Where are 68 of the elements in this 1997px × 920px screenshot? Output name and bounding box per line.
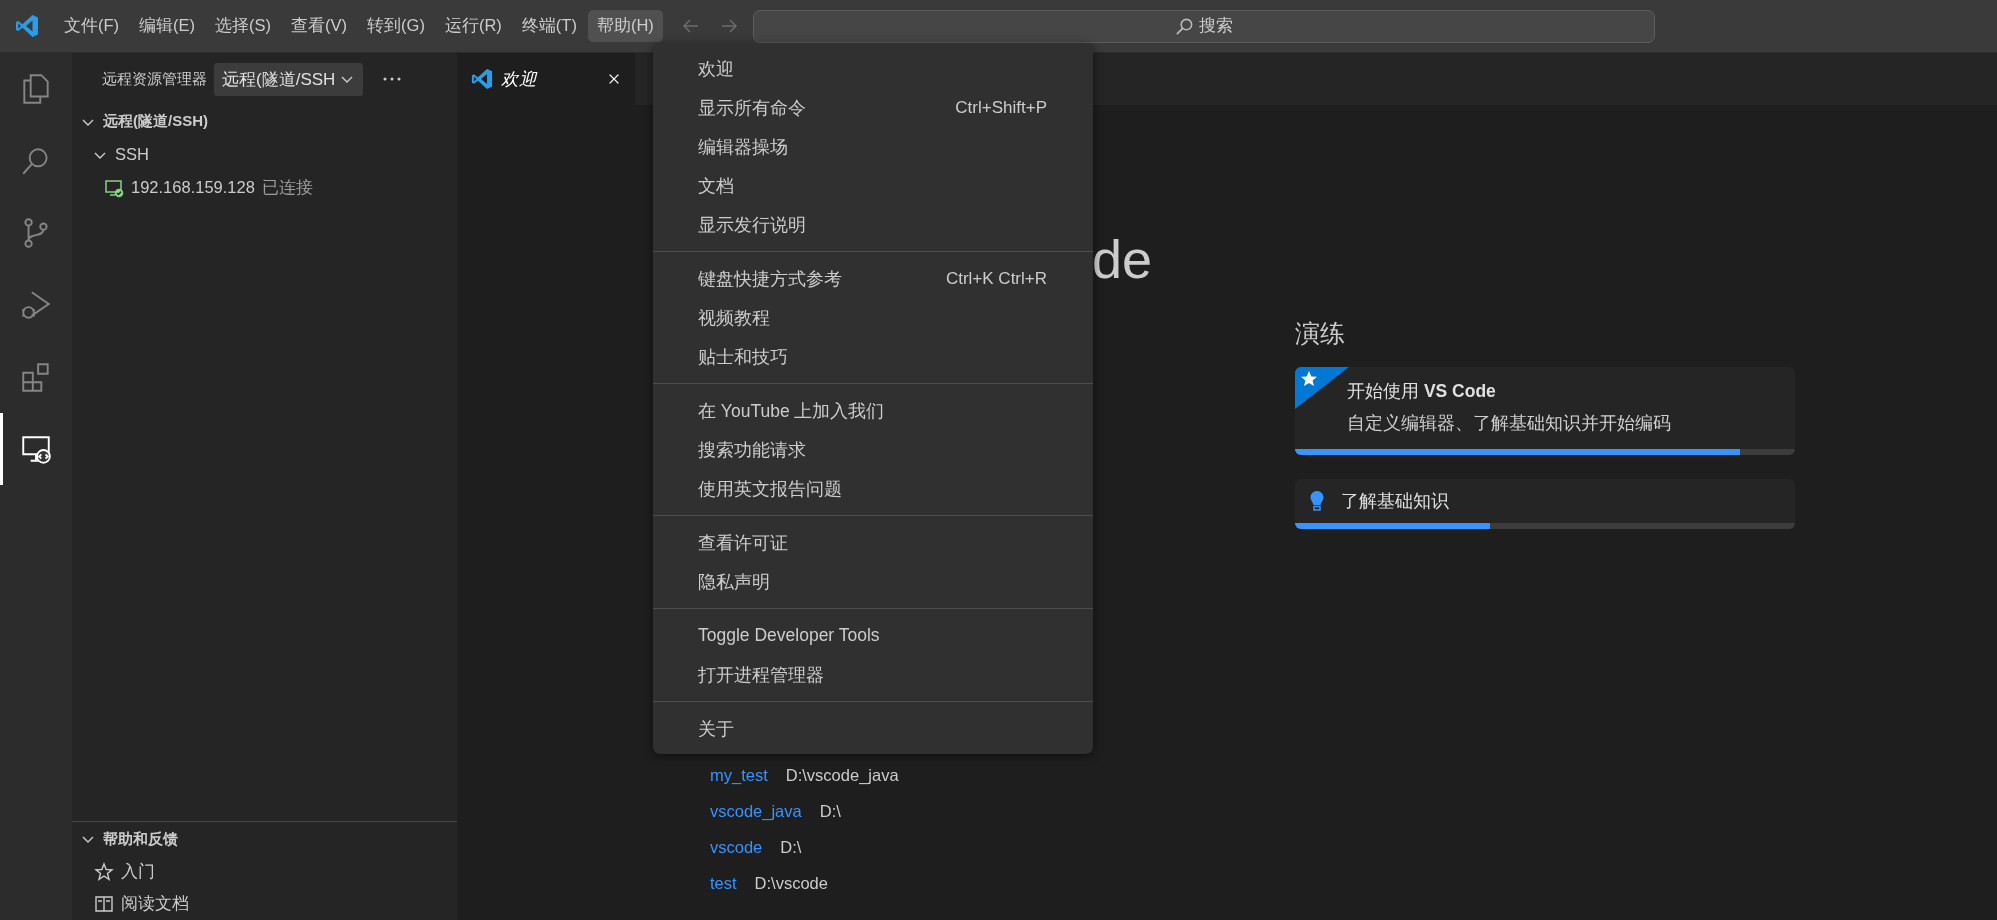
menu-item[interactable]: 查看(V) xyxy=(282,10,357,42)
menu-entry[interactable]: 关于 xyxy=(653,709,1093,748)
walkthroughs-title: 演练 xyxy=(1295,318,1346,349)
walkthrough-card[interactable]: 了解基础知识 xyxy=(1295,479,1795,529)
walkthrough-title: 开始使用 VS Code xyxy=(1347,380,1497,403)
book-icon xyxy=(94,894,114,914)
menu-entry[interactable]: 编辑器操场 xyxy=(653,127,1093,166)
shortcut: Ctrl+K Ctrl+R xyxy=(945,268,1047,289)
menu-entry[interactable]: 使用英文报告问题 xyxy=(653,469,1093,508)
recent-folder-link[interactable]: my_test xyxy=(710,765,768,785)
section-header[interactable]: 远程(隧道/SSH) xyxy=(72,105,457,138)
featured-star-icon xyxy=(1295,367,1349,409)
recent-folder-link[interactable]: test xyxy=(710,873,737,893)
logo-icon xyxy=(15,14,39,38)
close-icon[interactable] xyxy=(607,72,621,86)
menu-item[interactable]: 运行(R) xyxy=(435,10,511,42)
help-label: 入门 xyxy=(121,861,155,882)
tree-item[interactable]: SSH xyxy=(72,138,457,171)
section-title: 帮助和反馈 xyxy=(103,829,178,849)
folder-path: D:\ xyxy=(780,837,802,857)
shortcut: Ctrl+Shift+P xyxy=(955,97,1047,118)
remote-dropdown[interactable]: 远程(隧道/SSH xyxy=(214,62,364,96)
sidebar-title: 远程资源管理器 xyxy=(102,69,207,89)
tree-item[interactable]: 192.168.159.128 已连接 xyxy=(72,171,457,204)
menu-entry[interactable]: 显示发行说明 xyxy=(653,205,1093,244)
menu-item[interactable]: 帮助(H) xyxy=(587,10,663,42)
lightbulb-icon xyxy=(1309,490,1325,512)
help-label: 阅读文档 xyxy=(121,893,189,914)
recent-folder-link[interactable]: vscode_java xyxy=(710,801,802,821)
recent-folder-link[interactable]: vscode xyxy=(710,837,763,857)
monitor-check-icon xyxy=(104,177,124,198)
menu-item[interactable]: 转到(G) xyxy=(358,10,434,42)
walkthrough-title: 了解基础知识 xyxy=(1341,490,1449,513)
menu-item[interactable]: 文件(F) xyxy=(55,10,129,42)
menu-entry[interactable]: 欢迎 xyxy=(653,49,1093,88)
menu-entry[interactable]: 查看许可证 xyxy=(653,523,1093,562)
logo-icon xyxy=(471,68,493,90)
folder-path: D:\vscode xyxy=(754,873,828,893)
walkthrough-description: 自定义编辑器、了解基础知识并开始编码 xyxy=(1347,412,1671,435)
star-icon xyxy=(94,862,114,882)
folder-path: D:\ xyxy=(819,801,841,821)
menu-entry[interactable]: 贴士和技巧 xyxy=(653,337,1093,376)
menu-item[interactable]: 终端(T) xyxy=(512,10,586,42)
welcome-heading: de xyxy=(1092,228,1154,291)
menu-entry[interactable]: 在 YouTube 上加入我们 xyxy=(653,391,1093,430)
tree-label: SSH xyxy=(115,145,149,164)
walkthrough-card[interactable]: 开始使用 VS Code 自定义编辑器、了解基础知识并开始编码 xyxy=(1295,367,1795,455)
menu-entry[interactable]: 打开进程管理器 xyxy=(653,655,1093,694)
tree-label: 远程(隧道/SSH) xyxy=(103,112,208,131)
menu-entry[interactable]: 搜索功能请求 xyxy=(653,430,1093,469)
menu-entry[interactable]: 键盘快捷方式参考 Ctrl+K Ctrl+R xyxy=(653,259,1093,298)
menu-entry[interactable]: 视频教程 xyxy=(653,298,1093,337)
search-field[interactable]: 搜索 xyxy=(752,9,1655,43)
tree-label: 192.168.159.128 xyxy=(131,178,255,197)
more-icon[interactable] xyxy=(382,76,403,82)
folder-path: D:\vscode_java xyxy=(785,765,899,785)
menu-entry[interactable]: Toggle Developer Tools xyxy=(653,616,1093,655)
menu-entry[interactable]: 文档 xyxy=(653,166,1093,205)
help-item[interactable]: 阅读文档 xyxy=(72,888,457,920)
menu-item[interactable]: 编辑(E) xyxy=(130,10,205,42)
help-item[interactable]: 入门 xyxy=(72,856,457,888)
menu-entry[interactable]: 显示所有命令 Ctrl+Shift+P xyxy=(653,88,1093,127)
editor-tab[interactable]: 欢迎 xyxy=(457,53,635,105)
menu-item[interactable]: 选择(S) xyxy=(206,10,281,42)
search-icon xyxy=(1174,16,1194,36)
connection-status: 已连接 xyxy=(261,176,313,198)
menu-entry[interactable]: 隐私声明 xyxy=(653,562,1093,601)
section-header[interactable]: 帮助和反馈 xyxy=(72,822,457,856)
